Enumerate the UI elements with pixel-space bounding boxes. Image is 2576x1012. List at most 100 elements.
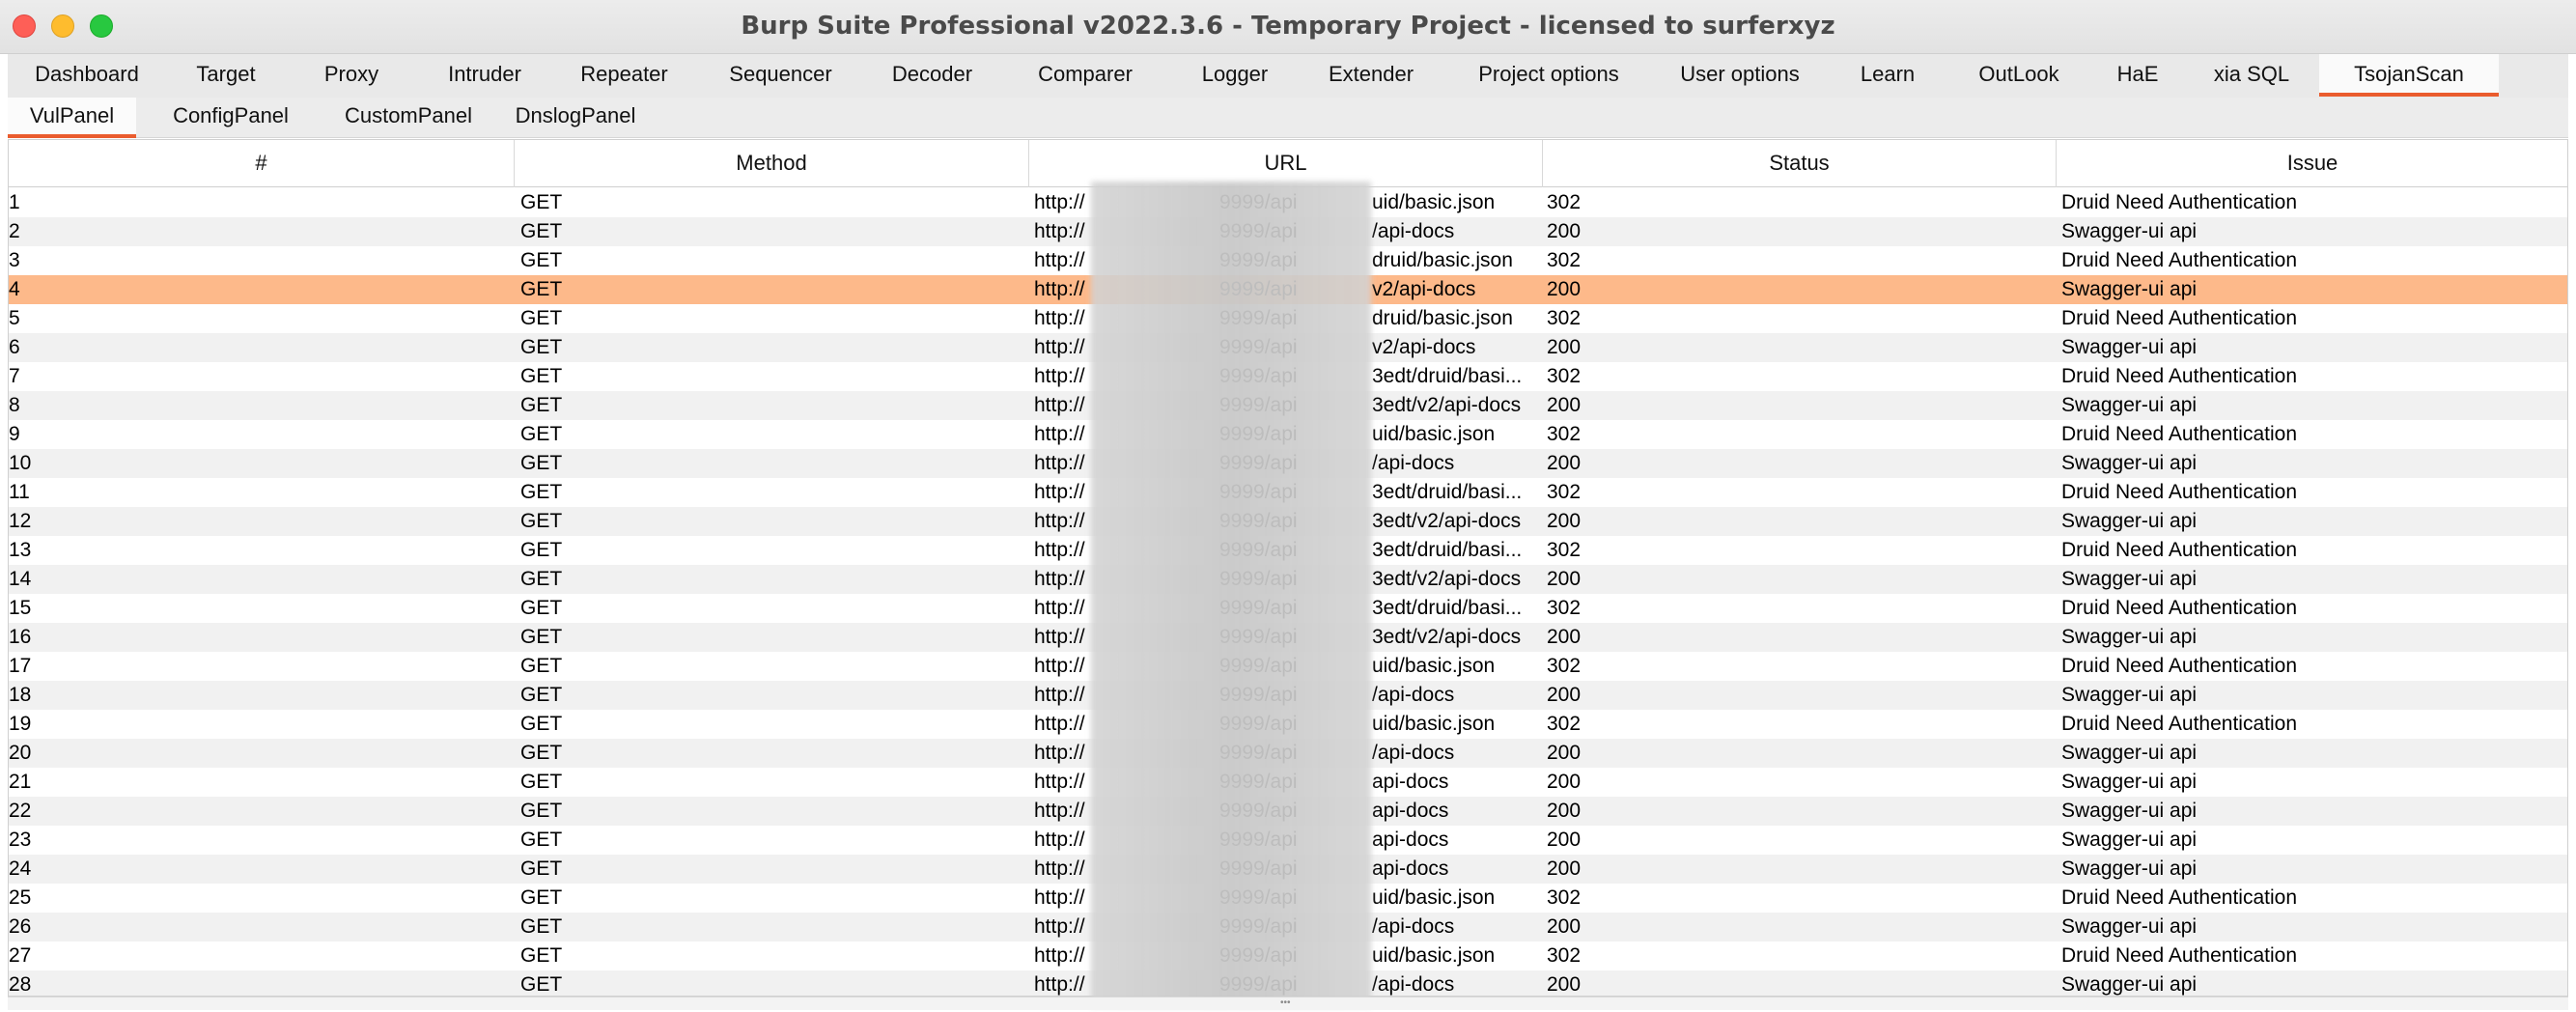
resize-grip-icon[interactable]: ••• [1280,998,1291,1008]
tab-decoder[interactable]: Decoder [868,54,996,97]
cell-issue: Swagger-ui api [2061,510,2198,532]
cell-method: GET [520,829,563,851]
cell-issue: Druid Need Authentication [2061,423,2297,445]
cell-issue: Druid Need Authentication [2061,249,2297,271]
tab-learn[interactable]: Learn [1829,54,1946,97]
cell-issue: Druid Need Authentication [2061,365,2297,387]
cell-method: GET [520,191,563,213]
cell-issue: Druid Need Authentication [2061,307,2297,329]
cell-method: GET [520,365,563,387]
cell-issue: Swagger-ui api [2061,915,2198,938]
subtab-vulpanel[interactable]: VulPanel [8,98,136,138]
tab-extender[interactable]: Extender [1299,54,1443,97]
cell-number: 1 [9,191,20,213]
cell-method: GET [520,915,563,938]
cell-status: 302 [1547,307,1582,329]
cell-number: 25 [9,886,32,909]
cell-url-suffix: api-docs [1372,857,1449,880]
redaction-blur [1091,182,1371,1007]
cell-method: GET [520,278,563,300]
tab-hae[interactable]: HaE [2091,54,2184,97]
cell-status: 200 [1547,510,1582,532]
cell-status: 200 [1547,857,1582,880]
subtab-dnslogpanel[interactable]: DnslogPanel [492,98,658,138]
cell-issue: Swagger-ui api [2061,452,2198,474]
cell-url-suffix: api-docs [1372,829,1449,851]
cell-url-suffix: v2/api-docs [1372,336,1476,358]
column-header-method[interactable]: Method [515,140,1029,187]
column-header-url[interactable]: URL [1029,140,1543,187]
cell-url-suffix: api-docs [1372,771,1449,793]
cell-url-suffix: /api-docs [1372,742,1455,764]
cell-status: 302 [1547,713,1582,735]
tab-tsojanscan[interactable]: TsojanScan [2319,54,2499,97]
cell-method: GET [520,249,563,271]
cell-method: GET [520,800,563,822]
cell-method: GET [520,510,563,532]
tab-comparer[interactable]: Comparer [999,54,1171,97]
cell-issue: Druid Need Authentication [2061,713,2297,735]
cell-status: 302 [1547,886,1582,909]
cell-method: GET [520,597,563,619]
cell-status: 200 [1547,278,1582,300]
cell-status: 200 [1547,452,1582,474]
cell-url-suffix: 3edt/v2/api-docs [1372,394,1522,416]
tab-user-options[interactable]: User options [1654,54,1826,97]
cell-url-suffix: uid/basic.json [1372,423,1496,445]
cell-status: 200 [1547,568,1582,590]
cell-status: 200 [1547,829,1582,851]
cell-url-suffix: uid/basic.json [1372,886,1496,909]
tab-project-options[interactable]: Project options [1446,54,1651,97]
cell-url-suffix: 3edt/druid/basi... [1372,481,1523,503]
tab-logger[interactable]: Logger [1174,54,1296,97]
cell-number: 8 [9,394,20,416]
cell-status: 302 [1547,423,1582,445]
subtab-configpanel[interactable]: ConfigPanel [137,98,324,138]
cell-method: GET [520,655,563,677]
tab-proxy[interactable]: Proxy [288,54,415,97]
cell-method: GET [520,742,563,764]
cell-number: 21 [9,771,32,793]
cell-status: 302 [1547,944,1582,967]
column-header-issue[interactable]: Issue [2057,140,2567,187]
cell-status: 200 [1547,742,1582,764]
cell-issue: Druid Need Authentication [2061,597,2297,619]
cell-number: 4 [9,278,20,300]
cell-status: 302 [1547,481,1582,503]
subtab-custompanel[interactable]: CustomPanel [326,98,490,138]
cell-number: 9 [9,423,20,445]
cell-method: GET [520,481,563,503]
cell-issue: Druid Need Authentication [2061,944,2297,967]
cell-url-suffix: api-docs [1372,800,1449,822]
cell-number: 10 [9,452,32,474]
cell-method: GET [520,771,563,793]
cell-url-suffix: uid/basic.json [1372,713,1496,735]
cell-issue: Swagger-ui api [2061,568,2198,590]
cell-url-suffix: druid/basic.json [1372,307,1513,329]
column-header-number[interactable]: # [9,140,515,187]
cell-status: 200 [1547,684,1582,706]
cell-number: 7 [9,365,20,387]
tab-target[interactable]: Target [167,54,285,97]
cell-url-suffix: uid/basic.json [1372,191,1496,213]
tab-intruder[interactable]: Intruder [418,54,551,97]
cell-number: 17 [9,655,32,677]
cell-number: 16 [9,626,32,648]
column-header-status[interactable]: Status [1543,140,2057,187]
cell-issue: Druid Need Authentication [2061,886,2297,909]
cell-number: 5 [9,307,20,329]
cell-url-suffix: /api-docs [1372,452,1455,474]
tab-repeater[interactable]: Repeater [554,54,694,97]
tab-dashboard[interactable]: Dashboard [15,54,158,97]
cell-method: GET [520,220,563,242]
cell-issue: Swagger-ui api [2061,771,2198,793]
tab-sequencer[interactable]: Sequencer [696,54,865,97]
sub-tab-bar: VulPanel ConfigPanel CustomPanel DnslogPane… [8,98,2568,138]
tab-xia-sql[interactable]: xia SQL [2187,54,2316,97]
cell-number: 2 [9,220,20,242]
cell-url-suffix: 3edt/druid/basi... [1372,539,1523,561]
cell-status: 200 [1547,336,1582,358]
tab-outlook[interactable]: OutLook [1949,54,2088,97]
main-tab-bar: Dashboard Target Proxy Intruder Repeater Sequ… [8,54,2568,98]
cell-issue: Swagger-ui api [2061,220,2198,242]
